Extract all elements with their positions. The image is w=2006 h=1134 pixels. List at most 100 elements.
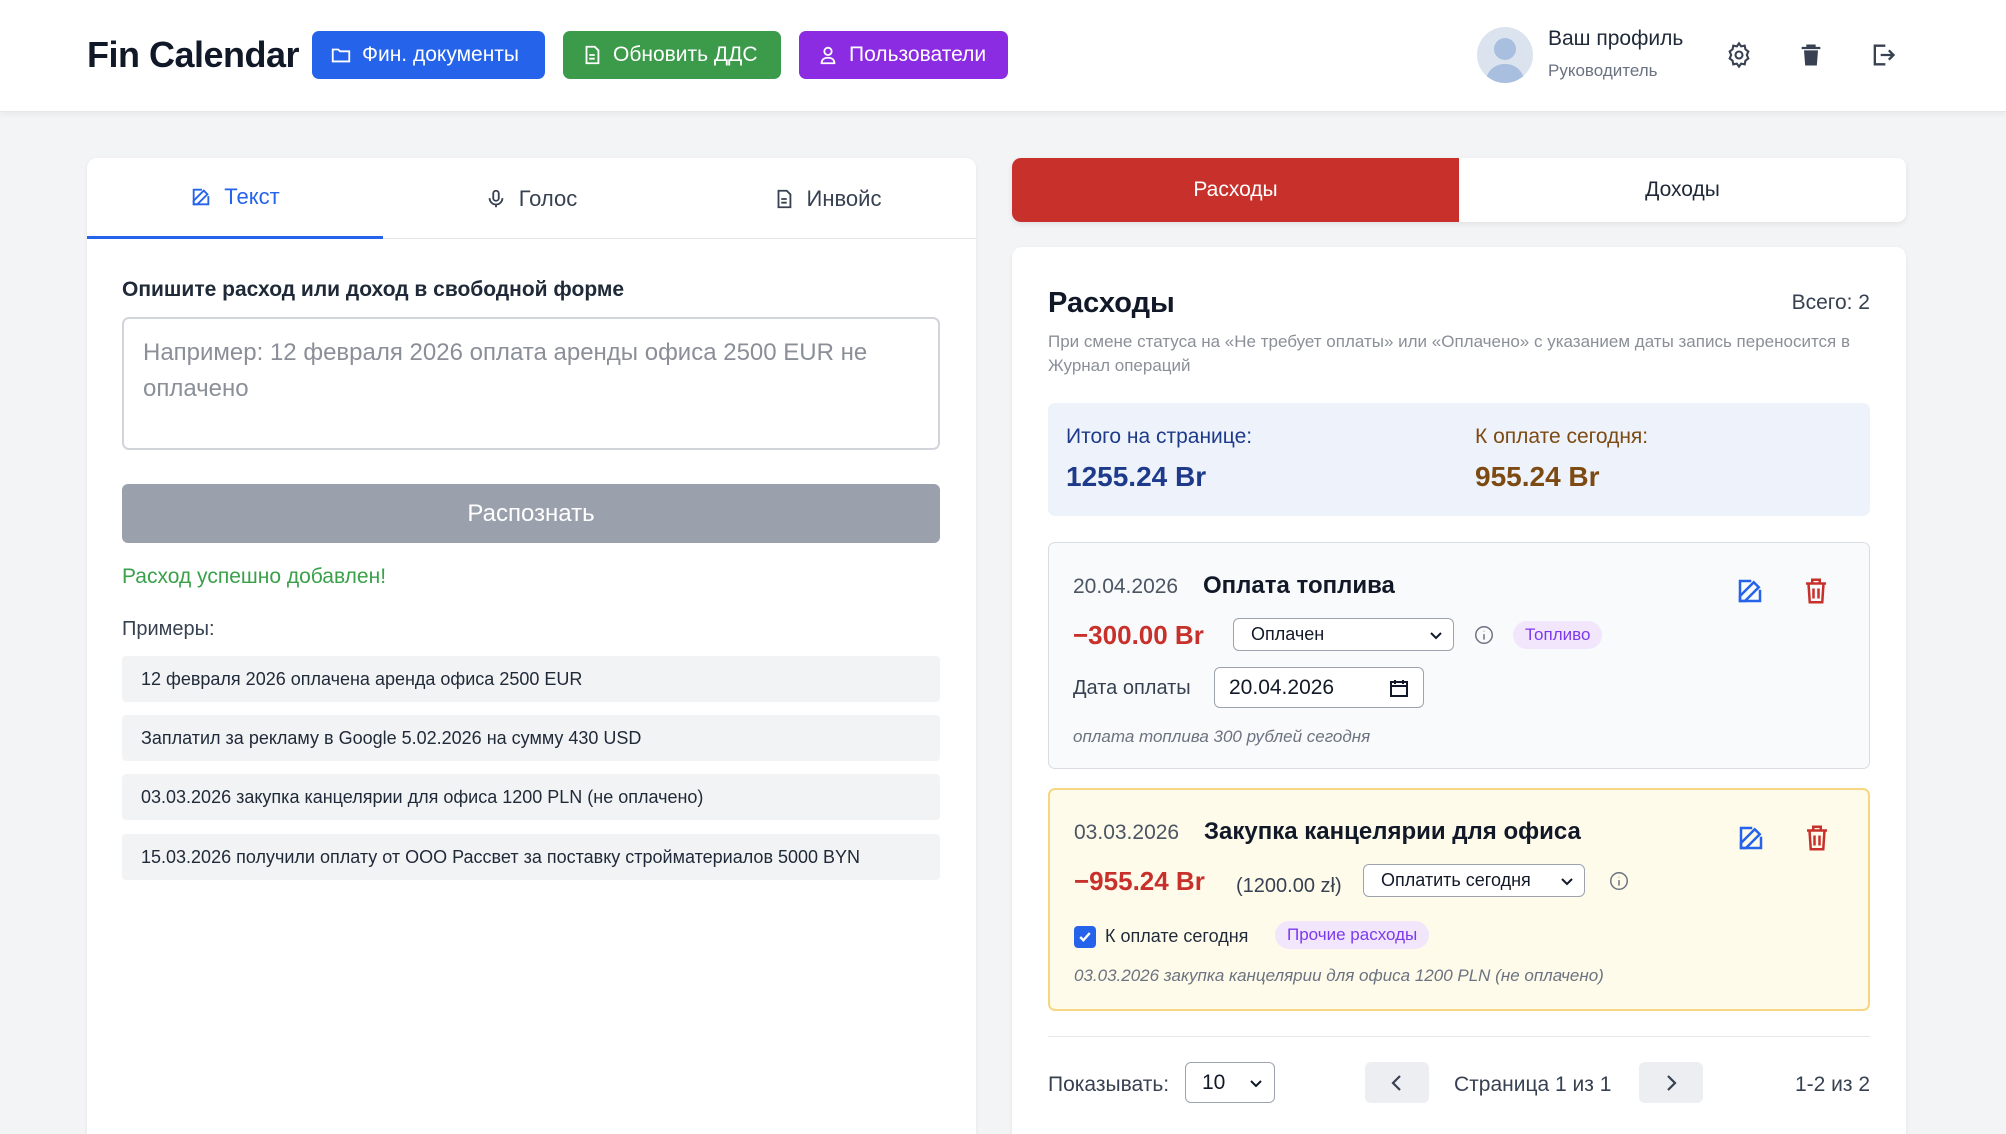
folder-icon [331, 48, 351, 63]
update-dds-button[interactable]: Обновить ДДС [563, 31, 781, 79]
type-switch: Расходы Доходы [1012, 158, 1906, 222]
per-page-label: Показывать: [1048, 1073, 1170, 1096]
info-icon[interactable] [1608, 870, 1630, 892]
fin-documents-label: Фин. документы [362, 43, 520, 66]
description-label: Опишите расход или доход в свободной фор… [122, 278, 625, 301]
category-badge: Топливо [1513, 621, 1603, 649]
expense-title: Оплата топлива [1203, 572, 1395, 599]
due-today-checkbox[interactable] [1074, 926, 1096, 948]
example-item[interactable]: 15.03.2026 получили оплату от ООО Рассве… [122, 834, 940, 880]
category-badge: Прочие расходы [1275, 921, 1430, 949]
status-select-value: Оплатить сегодня [1381, 870, 1531, 890]
logout-icon [1873, 44, 1896, 66]
tab-invoice[interactable]: Инвойс [679, 158, 975, 239]
per-page-select[interactable]: 10 [1185, 1062, 1275, 1103]
profile-name[interactable]: Ваш профиль [1548, 27, 1683, 51]
example-item[interactable]: Заплатил за рекламу в Google 5.02.2026 н… [122, 715, 940, 761]
summary-box: Итого на странице: 1255.24 Br К оплате с… [1048, 403, 1870, 516]
edit-button[interactable] [1735, 576, 1765, 606]
recognize-button[interactable]: Распознать [122, 484, 940, 543]
expense-card: 20.04.2026 Оплата топлива −300.00 Br Опл… [1048, 542, 1870, 769]
info-icon[interactable] [1473, 624, 1495, 646]
input-tabs: Текст Голос Инвойс [87, 158, 976, 239]
tab-text[interactable]: Текст [87, 158, 383, 239]
update-dds-label: Обновить ДДС [613, 43, 758, 66]
per-page-value: 10 [1202, 1070, 1226, 1094]
chevron-left-icon [1391, 1074, 1401, 1091]
status-note: При смене статуса на «Не требует оплаты»… [1048, 332, 1851, 375]
status-select-value: Оплачен [1251, 624, 1325, 644]
tab-voice[interactable]: Голос [383, 158, 679, 239]
expense-card: 03.03.2026 Закупка канцелярии для офиса … [1048, 788, 1870, 1011]
user-avatar-icon [1485, 38, 1525, 83]
expense-amount: −300.00 Br [1073, 620, 1204, 650]
payment-date-value: 20.04.2026 [1229, 675, 1335, 699]
expense-date: 03.03.2026 [1074, 821, 1180, 844]
success-message: Расход успешно добавлен! [122, 565, 387, 588]
due-today-checkbox-label[interactable]: К оплате сегодня [1105, 926, 1248, 947]
expense-description: 03.03.2026 закупка канцелярии для офиса … [1074, 966, 1604, 985]
example-item[interactable]: 12 февраля 2026 оплачена аренда офиса 25… [122, 656, 940, 702]
expenses-tab[interactable]: Расходы [1012, 158, 1459, 222]
app-brand: Fin Calendar [87, 34, 300, 75]
expense-amount: −955.24 Br [1074, 866, 1205, 896]
tab-invoice-label: Инвойс [806, 185, 882, 211]
users-button[interactable]: Пользователи [799, 31, 1008, 79]
due-today-label: К оплате сегодня: [1475, 425, 1649, 448]
expense-date: 20.04.2026 [1073, 575, 1179, 598]
page-total-label: Итого на странице: [1066, 425, 1253, 448]
delete-button[interactable] [1801, 576, 1831, 606]
range-indicator: 1-2 из 2 [1794, 1073, 1870, 1096]
delete-button[interactable] [1802, 823, 1832, 853]
prev-page-button[interactable] [1365, 1062, 1429, 1103]
examples-label: Примеры: [122, 618, 215, 640]
profile-role: Руководитель [1548, 61, 1658, 80]
chevron-down-icon [1430, 631, 1442, 639]
tab-text-label: Текст [224, 184, 280, 209]
users-label: Пользователи [849, 43, 987, 66]
expenses-panel: Расходы Всего: 2 При смене статуса на «Н… [1012, 247, 1906, 1134]
payment-date-input[interactable]: 20.04.2026 [1214, 667, 1424, 708]
document-icon [585, 45, 600, 65]
calendar-icon [1390, 679, 1408, 697]
checkmark-icon [1079, 932, 1091, 942]
status-select[interactable]: Оплатить сегодня [1363, 864, 1585, 897]
incomes-tab[interactable]: Доходы [1459, 158, 1906, 222]
edit-icon [193, 188, 210, 206]
avatar[interactable] [1477, 27, 1533, 83]
logout-button[interactable] [1866, 38, 1900, 72]
trash-icon [1807, 825, 1827, 851]
users-icon [820, 46, 836, 65]
trash-icon [1806, 578, 1826, 604]
edit-icon [1739, 826, 1763, 850]
due-today-value: 955.24 Br [1475, 461, 1600, 492]
document-icon [777, 189, 791, 208]
expense-description: оплата топлива 300 рублей сегодня [1073, 727, 1371, 746]
total-count: Всего: 2 [1791, 291, 1870, 314]
page-indicator: Страница 1 из 1 [1454, 1073, 1612, 1096]
fin-documents-button[interactable]: Фин. документы [312, 31, 545, 79]
original-amount: (1200.00 zł) [1236, 875, 1342, 897]
chevron-down-icon [1250, 1079, 1262, 1087]
description-input[interactable] [122, 317, 940, 450]
microphone-icon [488, 189, 504, 207]
trash-icon [1801, 44, 1821, 66]
trash-header-button[interactable] [1794, 38, 1828, 72]
page-total-value: 1255.24 Br [1066, 461, 1207, 492]
edit-icon [1738, 579, 1762, 603]
panel-title: Расходы [1048, 287, 1175, 319]
divider [1048, 1036, 1870, 1037]
app-header: Fin Calendar Фин. документы Обновить ДДС… [0, 0, 2006, 112]
next-page-button[interactable] [1639, 1062, 1703, 1103]
payment-date-label: Дата оплаты [1073, 677, 1191, 699]
chevron-down-icon [1561, 877, 1573, 885]
settings-button[interactable] [1722, 38, 1756, 72]
chevron-right-icon [1667, 1074, 1677, 1091]
tab-voice-label: Голос [518, 185, 578, 211]
edit-button[interactable] [1736, 823, 1766, 853]
expense-title: Закупка канцелярии для офиса [1204, 818, 1581, 845]
gear-icon [1728, 41, 1750, 69]
input-panel: Текст Голос Инвойс Опишите расход или до… [87, 158, 976, 1134]
example-item[interactable]: 03.03.2026 закупка канцелярии для офиса … [122, 774, 940, 820]
status-select[interactable]: Оплачен [1233, 618, 1454, 651]
